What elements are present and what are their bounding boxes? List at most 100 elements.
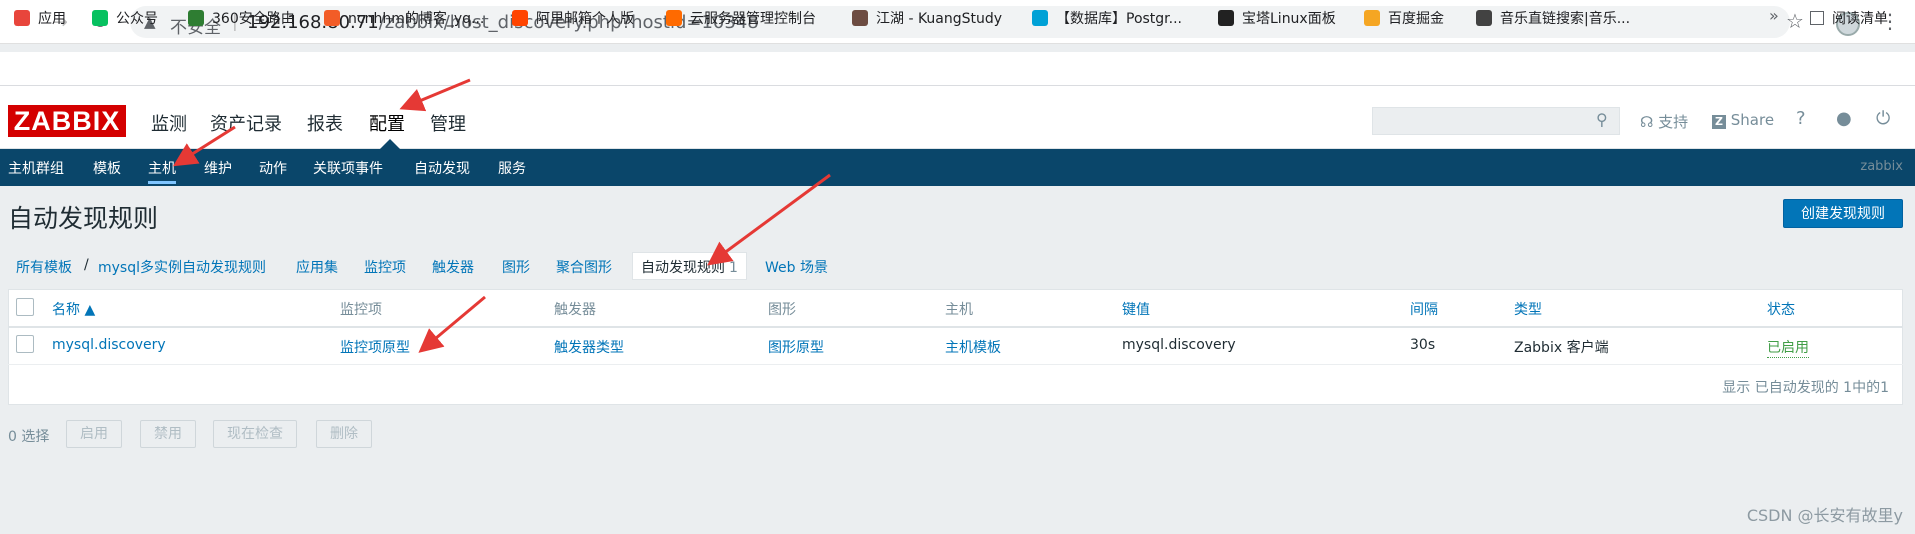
arrow-to-discovery-rules <box>707 173 831 266</box>
reading-list[interactable]: 阅读清单 <box>1810 8 1888 28</box>
rule-name-link[interactable]: mysql.discovery <box>52 337 166 353</box>
submenu-templates[interactable]: 模板 <box>93 158 121 178</box>
select-all-checkbox[interactable] <box>16 298 34 316</box>
selected-count: 0 选择 <box>8 429 50 445</box>
tab-applications[interactable]: 应用集 <box>296 257 338 277</box>
support-link[interactable]: ☊ 支持 <box>1640 111 1688 132</box>
bookmark-item[interactable]: 音乐直链搜索|音乐... <box>1476 8 1630 28</box>
column-key[interactable]: 键值 <box>1122 299 1150 319</box>
sign-out-icon[interactable]: ⏻ <box>1876 108 1890 129</box>
bookmark-label: 云服务器管理控制台 <box>690 11 816 27</box>
tab-items[interactable]: 监控项 <box>364 257 406 277</box>
table-footer: 显示 已自动发现的 1中的1 <box>1722 380 1889 396</box>
graph-prototypes-link[interactable]: 图形原型 <box>768 337 824 357</box>
delete-button[interactable]: 删除 <box>316 420 372 448</box>
column-type[interactable]: 类型 <box>1514 299 1542 319</box>
bookmark-favicon-icon <box>1218 10 1234 26</box>
column-graphs: 图形 <box>768 302 796 318</box>
bookmark-favicon-icon <box>92 10 108 26</box>
share-link[interactable]: Z Share <box>1712 111 1774 129</box>
breadcrumb-template[interactable]: mysql多实例自动发现规则 <box>98 257 266 277</box>
column-name[interactable]: 名称 ▲ <box>52 299 95 319</box>
bookmark-item[interactable]: 应用 <box>14 8 66 28</box>
search-input[interactable] <box>1372 107 1620 135</box>
submenu-hosts[interactable]: 主机 <box>148 158 176 184</box>
tab-discovery-rules[interactable]: 自动发现规则 1 <box>632 252 747 280</box>
menu-configuration[interactable]: 配置 <box>369 110 405 136</box>
bookmark-favicon-icon <box>324 10 340 26</box>
bookmark-label: 宝塔Linux面板 <box>1242 11 1336 27</box>
check-now-button[interactable]: 现在检查 <box>213 420 297 448</box>
share-icon: Z <box>1712 115 1726 129</box>
bookmark-label: 公众号 <box>116 11 158 27</box>
bookmark-item[interactable]: 百度掘金 <box>1364 8 1444 28</box>
bookmark-label: ncnhhm的博客_yq... <box>348 11 485 27</box>
breadcrumb-all-templates[interactable]: 所有模板 <box>16 257 72 277</box>
search-icon[interactable]: ⚲ <box>1596 110 1608 129</box>
submenu-services[interactable]: 服务 <box>498 158 526 178</box>
column-hosts: 主机 <box>945 302 973 318</box>
menu-reports[interactable]: 报表 <box>307 110 343 136</box>
tab-graphs[interactable]: 图形 <box>502 257 530 277</box>
bookmark-label: 江湖 - KuangStudy <box>876 11 1003 27</box>
submenu-discovery[interactable]: 自动发现 <box>414 158 470 178</box>
menu-administration[interactable]: 管理 <box>430 110 466 136</box>
submenu-actions[interactable]: 动作 <box>259 158 287 178</box>
bookmark-favicon-icon <box>14 10 30 26</box>
bookmark-item[interactable]: 360安全路由 <box>188 8 295 28</box>
bookmarks-more-icon[interactable]: » <box>1769 6 1779 25</box>
row-checkbox[interactable] <box>16 335 34 353</box>
menu-inventory[interactable]: 资产记录 <box>210 110 282 136</box>
status-badge[interactable]: 已启用 <box>1767 337 1809 358</box>
bookmark-item[interactable]: 阿里邮箱个人版 <box>512 8 634 28</box>
submenu-correlation[interactable]: 关联项事件 <box>313 158 383 178</box>
rule-type: Zabbix 客户端 <box>1514 340 1609 356</box>
column-triggers: 触发器 <box>554 302 596 318</box>
bookmark-item[interactable]: 江湖 - KuangStudy <box>852 8 1002 28</box>
host-prototypes-link[interactable]: 主机模板 <box>945 337 1001 357</box>
menu-monitoring[interactable]: 监测 <box>151 110 187 136</box>
bookmark-item[interactable]: ncnhhm的博客_yq... <box>324 8 484 28</box>
bookmark-favicon-icon <box>666 10 682 26</box>
column-status[interactable]: 状态 <box>1767 299 1795 319</box>
column-items: 监控项 <box>340 302 382 318</box>
enable-button[interactable]: 启用 <box>66 420 122 448</box>
bookmark-favicon-icon <box>1032 10 1048 26</box>
submenu-host-groups[interactable]: 主机群组 <box>8 158 64 178</box>
disable-button[interactable]: 禁用 <box>140 420 196 448</box>
bookmark-favicon-icon <box>852 10 868 26</box>
bookmark-label: 360安全路由 <box>212 11 295 27</box>
bookmark-item[interactable]: 【数据库】Postgr... <box>1032 8 1182 28</box>
bookmark-favicon-icon <box>512 10 528 26</box>
bookmark-label: 音乐直链搜索|音乐... <box>1500 11 1631 27</box>
bookmark-favicon-icon <box>1476 10 1492 26</box>
column-interval[interactable]: 间隔 <box>1410 299 1438 319</box>
rule-key: mysql.discovery <box>1122 337 1236 353</box>
breadcrumb-separator: / <box>84 257 89 273</box>
row-divider <box>8 364 1903 365</box>
user-profile-icon[interactable]: ● <box>1836 108 1852 129</box>
bookmark-favicon-icon <box>188 10 204 26</box>
create-discovery-rule-button[interactable]: 创建发现规则 <box>1783 199 1903 228</box>
header-divider <box>8 326 1903 328</box>
bookmark-label: 阿里邮箱个人版 <box>536 11 634 27</box>
submenu-maintenance[interactable]: 维护 <box>204 158 232 178</box>
zabbix-logo[interactable]: ZABBIX <box>8 105 126 137</box>
bookmark-item[interactable]: 云服务器管理控制台 <box>666 8 816 28</box>
bookmarks-bar <box>0 52 1915 86</box>
item-prototypes-link[interactable]: 监控项原型 <box>340 337 410 357</box>
trigger-prototypes-link[interactable]: 触发器类型 <box>554 337 624 357</box>
tab-triggers[interactable]: 触发器 <box>432 257 474 277</box>
bookmark-label: 【数据库】Postgr... <box>1056 11 1182 27</box>
bookmark-item[interactable]: 公众号 <box>92 8 158 28</box>
tab-screens[interactable]: 聚合图形 <box>556 257 612 277</box>
help-icon[interactable]: ? <box>1796 108 1806 129</box>
submenu-bar <box>0 149 1915 186</box>
bookmark-label: 应用 <box>38 11 66 27</box>
bookmark-label: 百度掘金 <box>1388 11 1444 27</box>
bookmark-item[interactable]: 宝塔Linux面板 <box>1218 8 1336 28</box>
rule-interval: 30s <box>1410 337 1436 353</box>
tab-web-scenarios[interactable]: Web 场景 <box>765 257 828 277</box>
bookmark-favicon-icon <box>1364 10 1380 26</box>
bookmark-star-icon[interactable]: ☆ <box>1786 9 1804 33</box>
